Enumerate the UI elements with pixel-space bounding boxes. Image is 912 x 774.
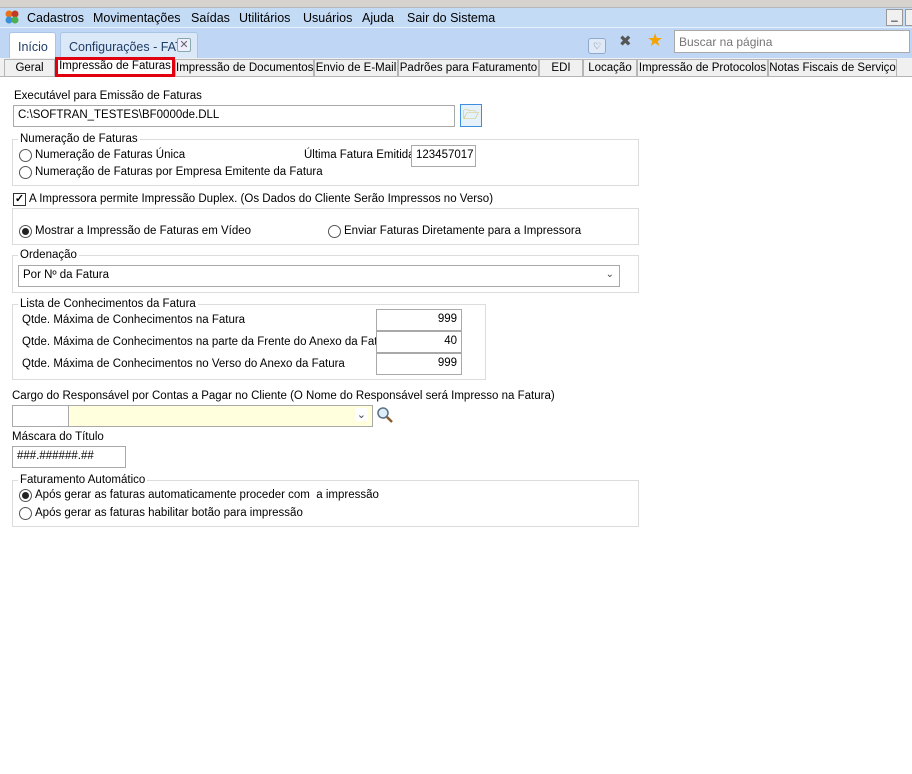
lista-row-label: Qtde. Máxima de Conhecimentos na Fatura	[22, 314, 246, 326]
tab-label: Configurações - FAT	[69, 40, 183, 54]
menu-utilitarios[interactable]: Utilitários	[239, 11, 290, 25]
mascara-label: Máscara do Título	[12, 431, 104, 443]
unpin-icon[interactable]: ✖	[619, 32, 632, 50]
tab-edi[interactable]: EDI	[539, 59, 583, 77]
cargo-combo[interactable]: ⌄	[68, 405, 373, 427]
minimize-button[interactable]: _	[886, 9, 903, 26]
ordenacao-select[interactable]: Por Nº da Fatura ⌄	[18, 265, 620, 287]
ultima-fatura-input[interactable]: 123457017	[411, 145, 476, 167]
menu-cadastros[interactable]: Cadastros	[27, 11, 84, 25]
numeracao-legend: Numeração de Faturas	[18, 133, 140, 145]
chevron-down-icon: ⌄	[354, 408, 368, 421]
ultima-fatura-label: Última Fatura Emitida	[304, 149, 415, 161]
radio-auto-imprimir[interactable]	[19, 489, 32, 502]
enviar-impressora-label: Enviar Faturas Diretamente para a Impres…	[344, 225, 582, 237]
tab-configuracoes-fat[interactable]: Configurações - FAT ✕	[60, 32, 198, 58]
duplex-checkbox[interactable]: ✓	[13, 193, 26, 206]
duplex-label: A Impressora permite Impressão Duplex. (…	[29, 193, 494, 205]
lista-row-label: Qtde. Máxima de Conhecimentos no Verso d…	[22, 358, 345, 370]
tab-impressao-documentos[interactable]: Impressão de Documentos	[175, 59, 314, 77]
search-input[interactable]	[674, 30, 910, 53]
title-strip	[0, 0, 912, 8]
search-icon[interactable]	[376, 406, 394, 427]
restore-button[interactable]	[905, 9, 912, 26]
numeracao-group	[12, 139, 639, 186]
faturamento-auto-legend: Faturamento Automático	[18, 474, 148, 486]
close-tab-icon[interactable]: ✕	[177, 38, 191, 52]
ordenacao-value: Por Nº da Fatura	[23, 269, 110, 281]
tab-inicio[interactable]: Início	[9, 32, 56, 58]
chevron-down-icon: ⌄	[605, 269, 614, 280]
habilitar-botao-label: Após gerar as faturas habilitar botão pa…	[35, 507, 303, 519]
radio-habilitar-botao[interactable]	[19, 507, 32, 520]
numeracao-empresa-label: Numeração de Faturas por Empresa Emitent…	[35, 166, 323, 178]
document-tab-bar: Início Configurações - FAT ✕ ♡ ✖ ★	[0, 28, 912, 58]
tab-impressao-protocolos[interactable]: Impressão de Protocolos	[637, 59, 768, 77]
tab-label: Início	[18, 40, 48, 54]
radio-mostrar-video[interactable]	[19, 225, 32, 238]
menu-bar: Cadastros Movimentações Saídas Utilitári…	[0, 8, 912, 28]
mascara-input[interactable]: ###.######.##	[12, 446, 126, 468]
radio-numeracao-empresa[interactable]	[19, 166, 32, 179]
menu-usuarios[interactable]: Usuários	[303, 11, 352, 25]
exe-path-input[interactable]: C:\SOFTRAN_TESTES\BF0000de.DLL	[13, 105, 455, 127]
menu-movimentacoes[interactable]: Movimentações	[93, 11, 181, 25]
max-conhecimentos-fatura-input[interactable]: 999	[376, 309, 462, 331]
lista-legend: Lista de Conhecimentos da Fatura	[18, 298, 198, 310]
menu-saidas[interactable]: Saídas	[191, 11, 230, 25]
faturamento-auto-group	[12, 480, 639, 527]
radio-enviar-impressora[interactable]	[328, 225, 341, 238]
auto-imprimir-label: Após gerar as faturas automaticamente pr…	[35, 489, 379, 501]
lista-row-label: Qtde. Máxima de Conhecimentos na parte d…	[22, 336, 395, 348]
tab-notas-fiscais-servico[interactable]: Notas Fiscais de Serviço	[768, 59, 897, 77]
tab-impressao-faturas[interactable]: Impressão de Faturas	[55, 57, 175, 77]
max-conhecimentos-frente-input[interactable]: 40	[376, 331, 462, 353]
tab-padroes-faturamento[interactable]: Padrões para Faturamento	[398, 59, 539, 77]
settings-tabs: Geral Impressão de Faturas Impressão de …	[0, 57, 912, 77]
star-icon[interactable]: ★	[647, 30, 663, 51]
chevron-down-icon[interactable]: ♡	[588, 38, 606, 54]
mostrar-video-label: Mostrar a Impressão de Faturas em Vídeo	[35, 225, 252, 237]
tab-locacao[interactable]: Locação	[583, 59, 637, 77]
cargo-label: Cargo do Responsável por Contas a Pagar …	[12, 390, 555, 402]
ordenacao-legend: Ordenação	[18, 249, 79, 261]
max-conhecimentos-verso-input[interactable]: 999	[376, 353, 462, 375]
app-logo-icon	[4, 9, 20, 25]
numeracao-unica-label: Numeração de Faturas Única	[35, 149, 186, 161]
tab-geral[interactable]: Geral	[4, 59, 55, 77]
exe-label: Executável para Emissão de Faturas	[14, 90, 202, 102]
menu-sair[interactable]: Sair do Sistema	[407, 11, 495, 25]
tab-envio-email[interactable]: Envio de E-Mail	[314, 59, 398, 77]
cargo-code-input[interactable]	[12, 405, 69, 427]
radio-numeracao-unica[interactable]	[19, 149, 32, 162]
open-folder-icon[interactable]: 🗁	[460, 104, 482, 127]
menu-ajuda[interactable]: Ajuda	[362, 11, 394, 25]
